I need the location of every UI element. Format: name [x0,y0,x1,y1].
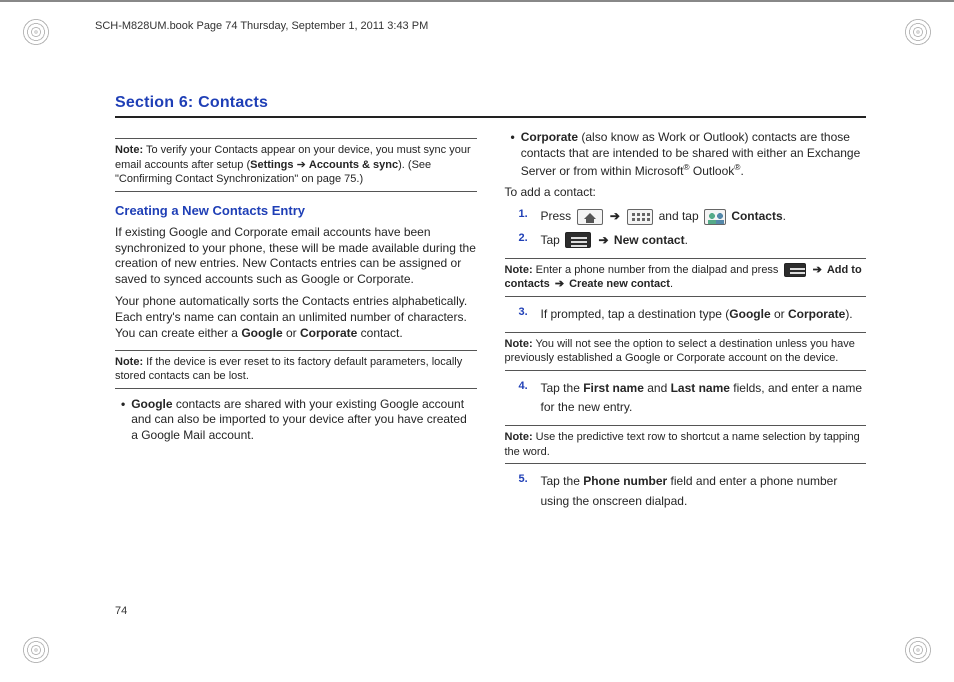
text: Outlook [690,164,735,178]
subheading: Creating a New Contacts Entry [115,202,477,219]
step-text: Tap the First name and Last name fields,… [541,379,867,417]
bold: Google [131,397,172,411]
step-text: Tap ➔ New contact. [541,231,867,250]
section-title: Section 6: Contacts [115,94,866,118]
apps-grid-icon [627,209,653,225]
contacts-icon [704,209,726,225]
step-number: 3. [519,305,533,320]
text: and tap [659,209,702,223]
text: . [740,164,743,178]
arrow: ➔ [294,159,309,171]
arrow-icon: ➔ [555,278,567,290]
bold: Google [241,326,282,340]
note-label: Note: [505,431,533,443]
text: Tap the [541,381,584,395]
menu-icon [784,263,806,277]
note-label: Note: [505,264,533,276]
bullet-text: Corporate (also know as Work or Outlook)… [521,130,866,179]
bullet-item: • Corporate (also know as Work or Outloo… [511,130,867,179]
columns: Note: To verify your Contacts appear on … [115,130,866,515]
text: or [771,307,788,321]
step-item: 5. Tap the Phone number field and enter … [519,472,867,510]
paragraph: To add a contact: [505,185,867,201]
bold: Settings [250,159,293,171]
text: . [685,233,688,247]
note-text: You will not see the option to select a … [505,338,855,365]
note-text: Enter a phone number from the dialpad an… [536,264,782,276]
bold: Corporate [788,307,845,321]
step-list: 3. If prompted, tap a destination type (… [519,305,867,324]
step-text: If prompted, tap a destination type (Goo… [541,305,867,324]
text: and [644,381,671,395]
header-meta: SCH-M828UM.book Page 74 Thursday, Septem… [95,20,428,32]
note-label: Note: [115,144,143,156]
step-item: 3. If prompted, tap a destination type (… [519,305,867,324]
note-label: Note: [115,356,143,368]
note-label: Note: [505,338,533,350]
step-item: 2. Tap ➔ New contact. [519,231,867,250]
bullet-text: Google contacts are shared with your exi… [131,397,476,444]
paragraph: Your phone automatically sorts the Conta… [115,294,477,341]
left-column: Note: To verify your Contacts appear on … [115,130,477,515]
text: . [783,209,786,223]
step-item: 4. Tap the First name and Last name fiel… [519,379,867,417]
note-text: Use the predictive text row to shortcut … [505,431,860,458]
bullet-dot-icon: • [121,397,125,444]
bold: Last name [671,381,730,395]
text: Tap [541,233,564,247]
arrow-icon: ➔ [599,233,612,247]
bold: First name [583,381,644,395]
menu-icon [565,232,591,248]
step-number: 1. [519,207,533,222]
crop-ornament-icon [22,18,50,46]
text: or [283,326,300,340]
bold: New contact [614,233,685,247]
text: contacts are shared with your existing G… [131,397,467,443]
bullet-item: • Google contacts are shared with your e… [121,397,477,444]
note-block: Note: You will not see the option to sel… [505,332,867,371]
content-area: Section 6: Contacts Note: To verify your… [115,94,866,617]
crop-line [0,1,954,2]
page: SCH-M828UM.book Page 74 Thursday, Septem… [0,0,954,682]
bold: Google [729,307,770,321]
crop-ornament-icon [904,636,932,664]
right-column: • Corporate (also know as Work or Outloo… [505,130,867,515]
bold: Corporate [521,130,578,144]
text: . [670,278,673,290]
step-list: 1. Press ➔ and tap Contacts. 2. [519,207,867,249]
bold: Create new contact [569,278,670,290]
bold: Phone number [583,474,667,488]
note-block: Note: Enter a phone number from the dial… [505,258,867,297]
arrow-icon: ➔ [610,209,623,223]
bold: Contacts [731,209,782,223]
note-block: Note: Use the predictive text row to sho… [505,425,867,464]
paragraph: If existing Google and Corporate email a… [115,225,477,288]
note-block: Note: To verify your Contacts appear on … [115,138,477,192]
note-text: If the device is ever reset to its facto… [115,356,462,383]
step-list: 5. Tap the Phone number field and enter … [519,472,867,510]
crop-ornament-icon [22,636,50,664]
step-number: 5. [519,472,533,487]
arrow-icon: ➔ [813,264,825,276]
text: Press [541,209,575,223]
page-number: 74 [115,605,127,617]
bullet-dot-icon: • [511,130,515,179]
text: If prompted, tap a destination type ( [541,307,730,321]
text: contact. [357,326,402,340]
text: Tap the [541,474,584,488]
bold: Corporate [300,326,357,340]
bold: Accounts & sync [309,159,398,171]
note-block: Note: If the device is ever reset to its… [115,350,477,389]
step-text: Press ➔ and tap Contacts. [541,207,867,226]
crop-ornament-icon [904,18,932,46]
step-number: 2. [519,231,533,246]
step-item: 1. Press ➔ and tap Contacts. [519,207,867,226]
step-text: Tap the Phone number field and enter a p… [541,472,867,510]
step-list: 4. Tap the First name and Last name fiel… [519,379,867,417]
home-icon [577,209,603,225]
text: ). [845,307,852,321]
step-number: 4. [519,379,533,394]
